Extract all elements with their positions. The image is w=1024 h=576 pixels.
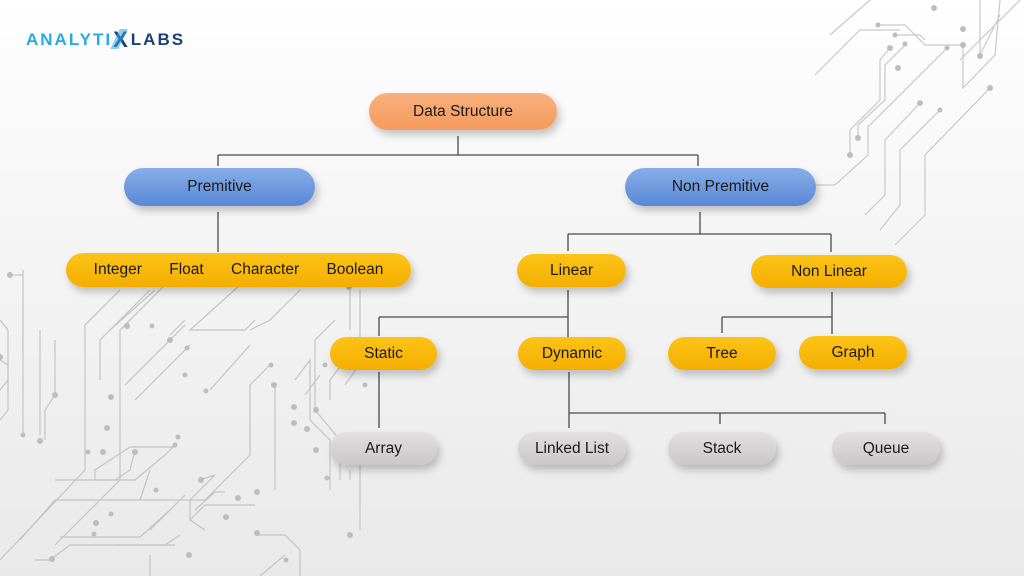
connector-non-linear xyxy=(721,292,833,334)
node-primitive: Premitive xyxy=(124,168,315,206)
node-label: Data Structure xyxy=(413,102,513,120)
node-dynamic: Dynamic xyxy=(518,337,626,370)
connector-non-primitive xyxy=(567,212,832,252)
node-label: Linear xyxy=(549,261,594,279)
type-character: Character xyxy=(231,261,300,278)
node-label: Dynamic xyxy=(541,344,603,362)
node-label: Graph xyxy=(831,343,875,361)
node-linked-list: Linked List xyxy=(518,432,626,465)
node-queue: Queue xyxy=(832,432,940,465)
node-data-structure: Data Structure xyxy=(369,93,557,130)
brand-logo: ANALYTI X LABS xyxy=(26,27,185,53)
node-linear: Linear xyxy=(517,254,626,287)
node-label: Premitive xyxy=(187,178,252,195)
connector-dynamic xyxy=(568,372,886,428)
node-array: Array xyxy=(330,432,437,465)
node-label: Linked List xyxy=(534,439,610,457)
node-label: Array xyxy=(364,439,403,457)
brand-x-icon: X xyxy=(113,27,130,52)
type-boolean: Boolean xyxy=(326,261,384,278)
node-label: Non Premitive xyxy=(671,178,770,195)
node-label: Tree xyxy=(706,344,738,362)
node-primitive-types: Integer Float Character Boolean xyxy=(66,253,411,287)
type-float: Float xyxy=(169,261,204,278)
node-label: Non Linear xyxy=(791,262,867,280)
node-static: Static xyxy=(330,337,437,370)
node-stack: Stack xyxy=(668,432,776,465)
node-label: Queue xyxy=(862,439,910,457)
node-label: Stack xyxy=(702,439,742,457)
node-non-primitive: Non Premitive xyxy=(625,168,816,206)
connector-linear xyxy=(378,290,569,338)
node-label: Static xyxy=(364,344,403,362)
node-tree: Tree xyxy=(668,337,776,370)
node-graph: Graph xyxy=(799,336,907,369)
node-non-linear: Non Linear xyxy=(751,255,907,288)
brand-text-primary: ANALYTI xyxy=(26,30,113,49)
connector-root xyxy=(217,136,699,166)
type-integer: Integer xyxy=(93,261,142,278)
tree-connectors xyxy=(217,136,886,428)
brand-text-secondary: LABS xyxy=(130,30,186,49)
